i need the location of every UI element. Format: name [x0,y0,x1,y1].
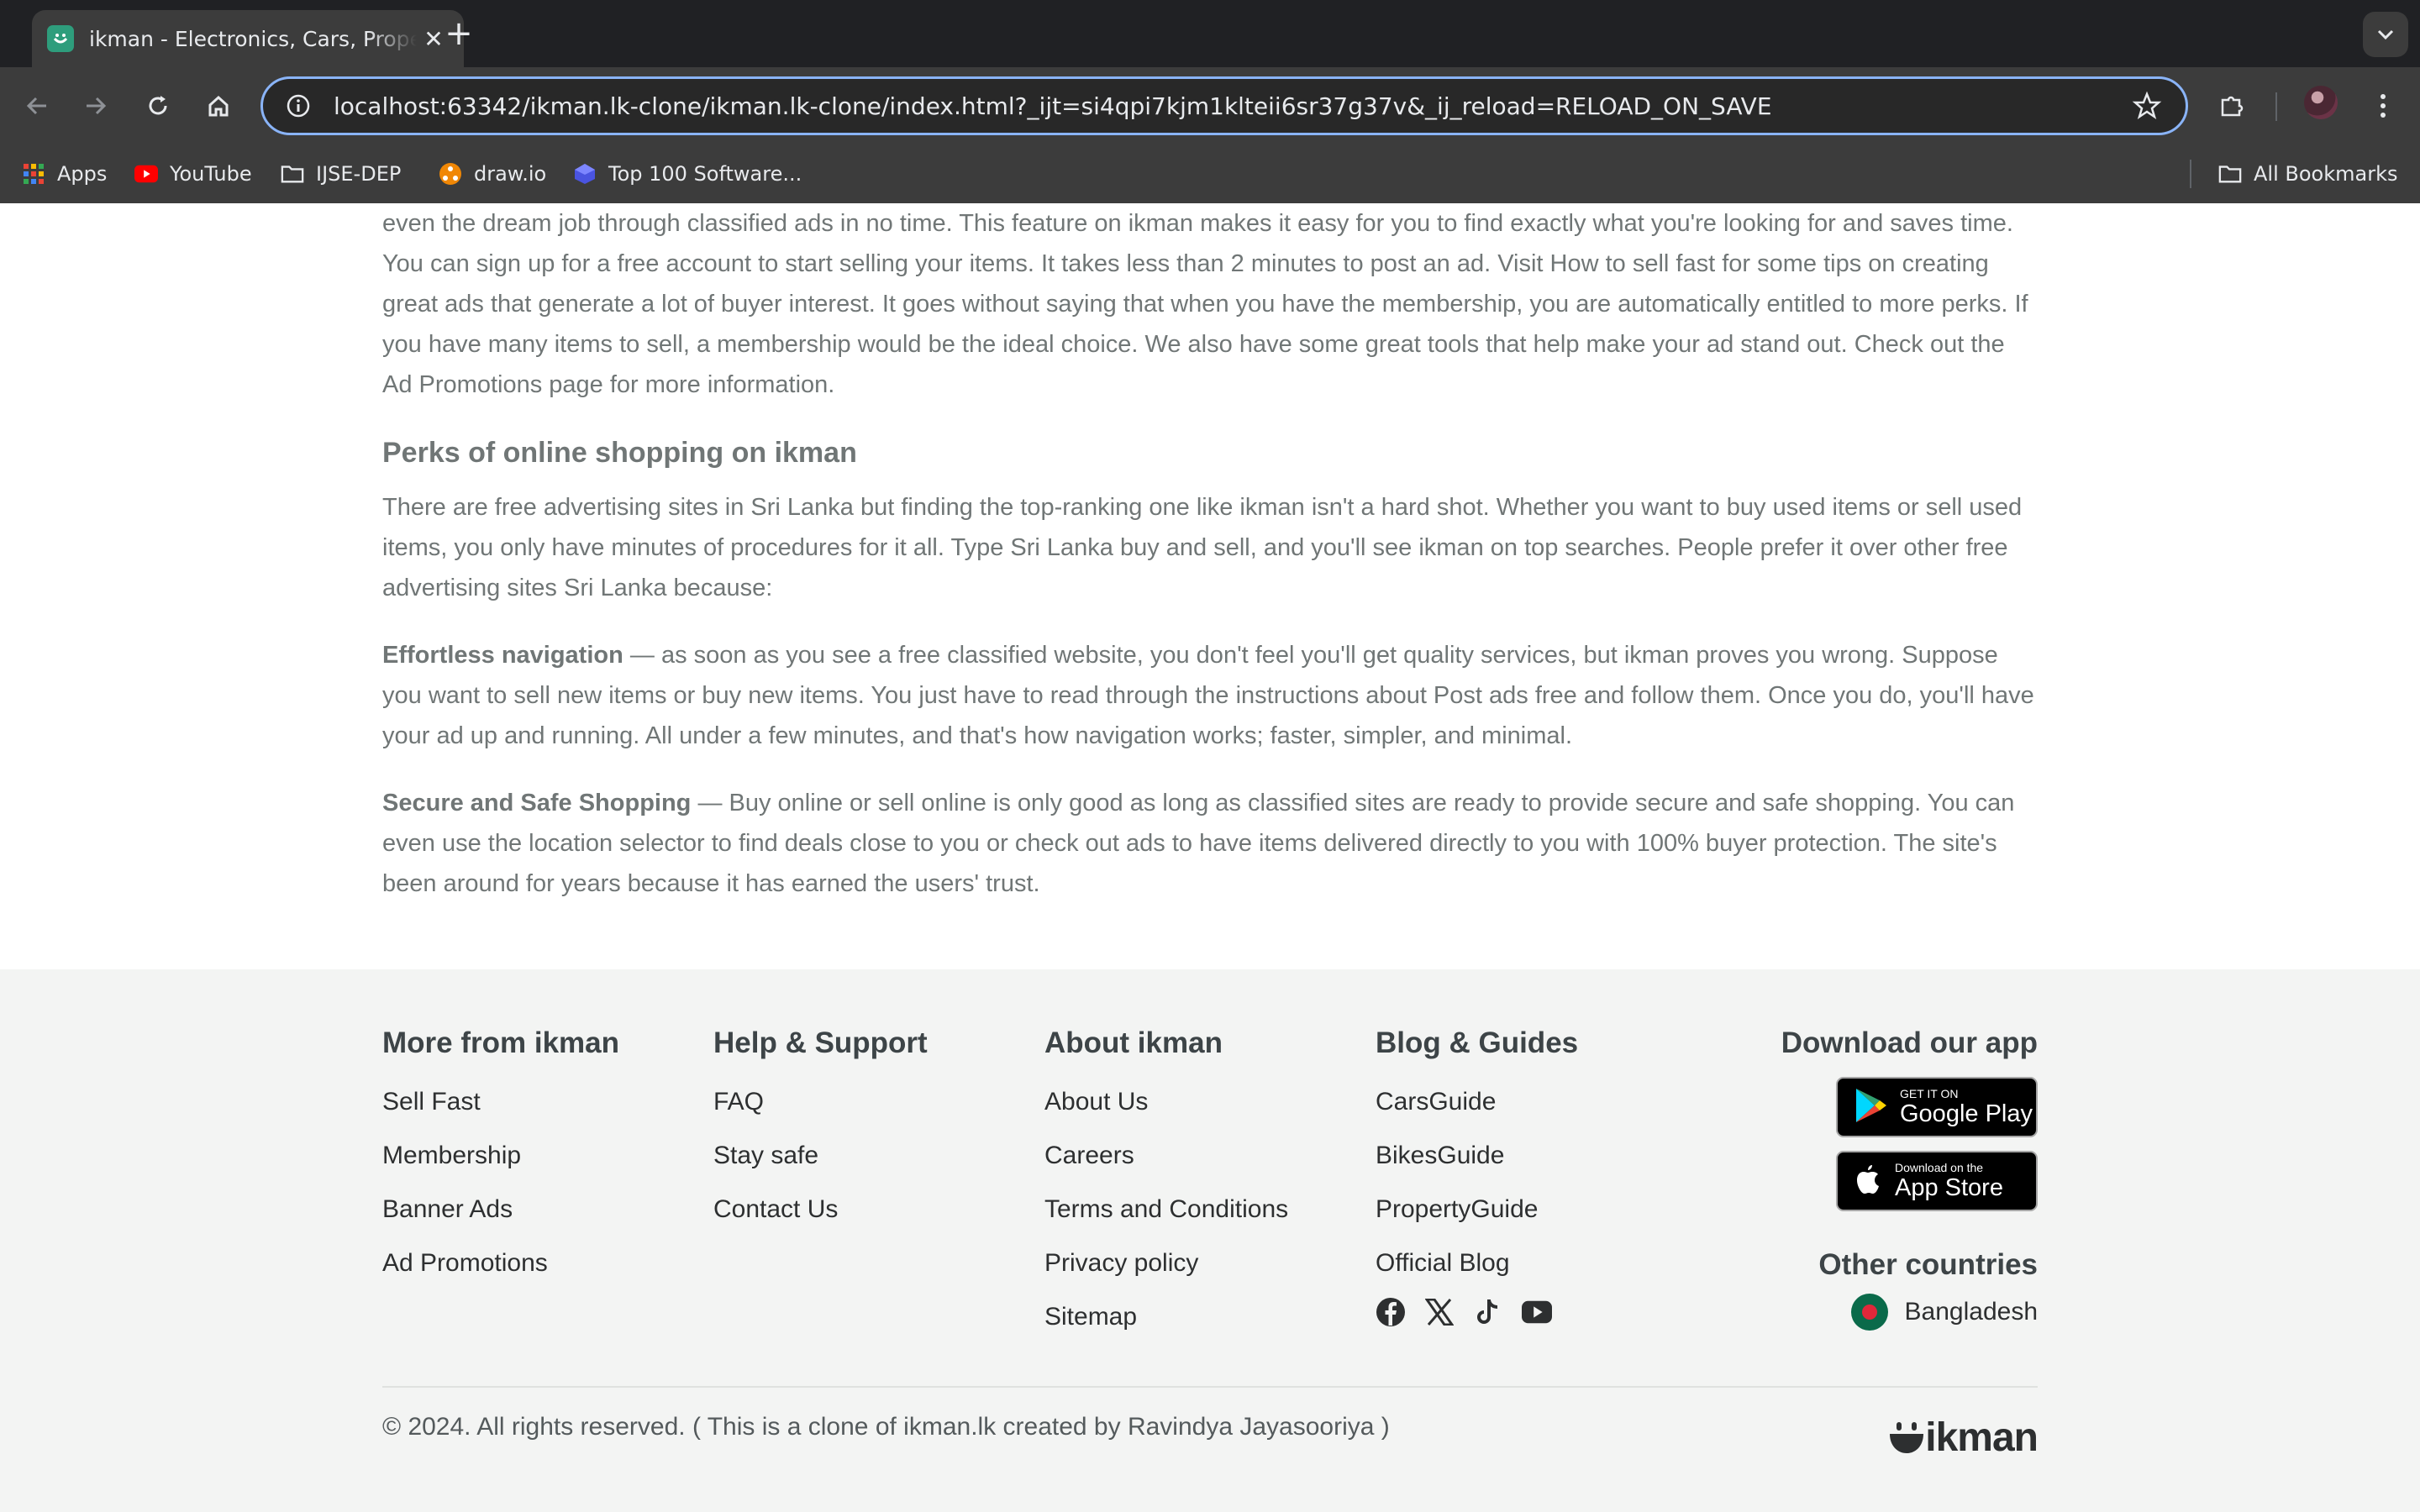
site-footer: More from ikman Sell Fast Membership Ban… [0,969,2420,1512]
extensions-puzzle-icon[interactable] [2212,86,2252,126]
facebook-icon[interactable] [1376,1297,1406,1327]
bookmark-label: Apps [57,162,108,186]
footer-col-blog: Blog & Guides CarsGuide BikesGuide Prope… [1376,1026,1578,1327]
back-arrow-icon[interactable] [17,86,57,126]
footer-link-sitemap[interactable]: Sitemap [1044,1290,1288,1344]
bookmark-drawio[interactable]: draw.io [439,144,546,203]
footer-col-app: Download our app GET IT ON Google Play D… [1685,1026,2038,1379]
folder-icon [281,162,304,186]
navigation-text: — as soon as you see a free classified w… [382,642,2034,749]
footer-col-help: Help & Support FAQ Stay safe Contact Us [713,1026,928,1236]
footer-link-privacy[interactable]: Privacy policy [1044,1236,1288,1290]
country-label: Bangladesh [1904,1298,2038,1326]
footer-link-cars-guide[interactable]: CarsGuide [1376,1075,1578,1129]
google-play-small-label: GET IT ON [1900,1087,1959,1100]
youtube-icon [134,162,158,186]
bookmark-label: IJSE-DEP [316,162,402,186]
profile-avatar[interactable] [2304,86,2338,119]
perks-paragraph: There are free advertising sites in Sri … [382,494,2023,601]
footer-link-bikes-guide[interactable]: BikesGuide [1376,1129,1578,1183]
footer-link-ad-promotions[interactable]: Ad Promotions [382,1236,619,1290]
footer-link-property-guide[interactable]: PropertyGuide [1376,1183,1578,1236]
safe-shopping-label: Secure and Safe Shopping [382,790,692,816]
bookmark-label: YouTube [170,162,252,186]
tab-strip: ikman - Electronics, Cars, Property ✕ + [0,0,2420,67]
drawio-icon [439,162,462,186]
bookmark-apps[interactable]: Apps [22,144,107,203]
youtube-icon[interactable] [1522,1297,1552,1327]
bookmark-label: draw.io [474,162,547,186]
app-store-small-label: Download on the [1895,1161,1984,1174]
footer-link-banner-ads[interactable]: Banner Ads [382,1183,619,1236]
footer-link-official-blog[interactable]: Official Blog [1376,1236,1578,1290]
footer-heading: Blog & Guides [1376,1026,1579,1059]
software-cube-icon [573,162,597,186]
bookmark-label: Top 100 Software... [608,162,802,186]
bangladesh-flag-icon [1850,1294,1888,1331]
footer-link-stay-safe[interactable]: Stay safe [713,1129,928,1183]
reload-icon[interactable] [138,86,178,126]
footer-col-about: About ikman About Us Careers Terms and C… [1044,1026,1288,1344]
footer-link-contact-us[interactable]: Contact Us [713,1183,928,1236]
tab-title: ikman - Electronics, Cars, Property [89,26,417,51]
section-title: Perks of online shopping on ikman [382,437,857,469]
safe-shopping-paragraph: Secure and Safe Shopping — Buy online or… [382,783,2038,904]
apps-grid-icon [22,162,45,186]
toolbar-divider [2275,92,2277,121]
footer-col-more: More from ikman Sell Fast Membership Ban… [382,1026,619,1290]
apple-icon [1854,1163,1883,1200]
footer-heading: Download our app [1781,1026,2038,1059]
bookmark-top-100-software[interactable]: Top 100 Software... [573,144,802,203]
bookmark-star-icon[interactable] [2132,91,2162,124]
bookmark-ijse-dep[interactable]: IJSE-DEP [281,144,401,203]
footer-link-careers[interactable]: Careers [1044,1129,1288,1183]
navigation-label: Effortless navigation [382,642,623,669]
copyright-text: © 2024. All rights reserved. ( This is a… [382,1413,1390,1441]
seo-content: of products, from electronics and used c… [382,203,2038,969]
footer-heading: About ikman [1044,1026,1223,1059]
google-play-label: Google Play [1900,1100,2033,1127]
footer-divider [382,1386,2038,1388]
footer-link-faq[interactable]: FAQ [713,1075,928,1129]
footer-link-membership[interactable]: Membership [382,1129,619,1183]
url-text[interactable]: localhost:63342/ikman.lk-clone/ikman.lk-… [334,92,1772,120]
footer-link-sell-fast[interactable]: Sell Fast [382,1075,619,1129]
logo-wordmark: ikman [1925,1415,2039,1460]
bookmark-label: All Bookmarks [2254,162,2398,186]
footer-heading: More from ikman [382,1026,619,1059]
bookmark-youtube[interactable]: YouTube [134,144,252,203]
browser-chrome: ikman - Electronics, Cars, Property ✕ + … [0,0,2420,203]
browser-tab[interactable]: ikman - Electronics, Cars, Property ✕ [32,10,464,67]
other-countries-heading: Other countries [1818,1248,2038,1281]
all-bookmarks[interactable]: All Bookmarks [2218,144,2397,203]
tiktok-icon[interactable] [1473,1297,1503,1327]
country-link-bangladesh[interactable]: Bangladesh [1850,1294,2038,1331]
google-play-icon [1854,1087,1888,1128]
forward-arrow-icon[interactable] [76,86,116,126]
app-store-button[interactable]: Download on the App Store [1836,1151,2038,1211]
footer-link-about-us[interactable]: About Us [1044,1075,1288,1129]
social-links [1376,1297,1578,1327]
bookmarks-divider [2190,160,2191,188]
site-info-icon[interactable] [281,89,315,123]
ikman-favicon-icon [47,25,74,52]
folder-icon [2218,162,2242,186]
new-tab-button[interactable]: + [439,15,479,55]
footer-link-terms[interactable]: Terms and Conditions [1044,1183,1288,1236]
x-twitter-icon[interactable] [1424,1297,1455,1327]
kebab-menu-icon[interactable] [2363,86,2403,126]
ikman-smile-logo-icon [1890,1421,1924,1453]
address-bar[interactable]: localhost:63342/ikman.lk-clone/ikman.lk-… [260,76,2188,135]
bookmarks-bar: Apps YouTube IJSE-DEP draw.io Top 100 So… [0,144,2420,203]
home-icon[interactable] [198,86,239,126]
navigation-paragraph: Effortless navigation — as soon as you s… [382,635,2038,756]
app-store-label: App Store [1895,1174,2003,1201]
browser-toolbar: localhost:63342/ikman.lk-clone/ikman.lk-… [0,67,2420,144]
tab-search-chevron-icon[interactable] [2363,12,2408,57]
footer-heading: Help & Support [713,1026,928,1059]
intro-paragraph: of products, from electronics and used c… [382,210,2028,398]
ikman-logo[interactable]: ikman [1888,1415,2039,1461]
google-play-button[interactable]: GET IT ON Google Play [1836,1077,2038,1137]
